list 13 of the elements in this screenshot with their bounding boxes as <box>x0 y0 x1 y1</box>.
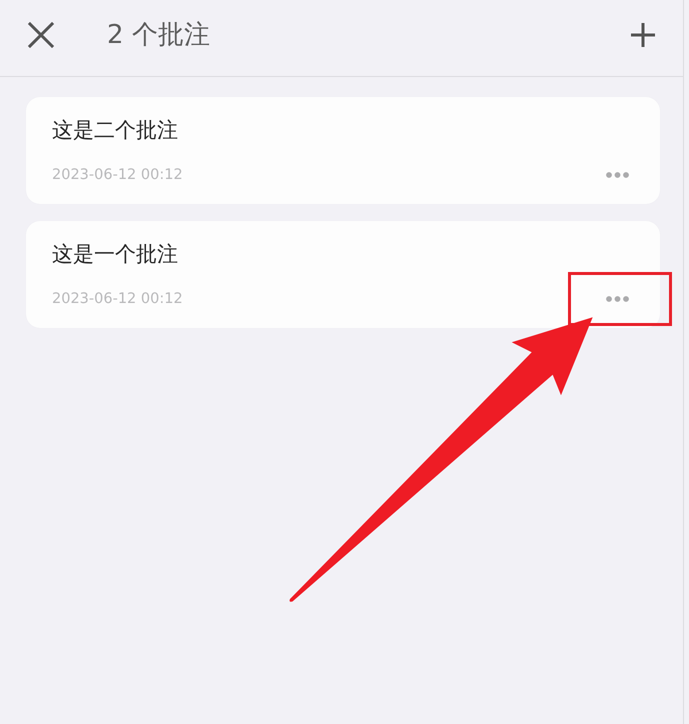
close-button[interactable] <box>28 22 54 48</box>
note-text: 这是二个批注 <box>52 117 178 144</box>
more-icon <box>606 296 629 302</box>
note-timestamp: 2023-06-12 00:12 <box>52 166 183 185</box>
note-timestamp: 2023-06-12 00:12 <box>52 290 183 309</box>
add-icon <box>631 23 655 47</box>
close-icon <box>28 22 54 48</box>
header-title: 2 个批注 <box>107 20 211 50</box>
note-text: 这是一个批注 <box>52 241 178 268</box>
add-button[interactable] <box>631 23 655 47</box>
note-card[interactable]: 这是一个批注 2023-06-12 00:12 <box>26 221 660 328</box>
note-card[interactable]: 这是二个批注 2023-06-12 00:12 <box>26 97 660 204</box>
more-icon <box>606 172 629 178</box>
